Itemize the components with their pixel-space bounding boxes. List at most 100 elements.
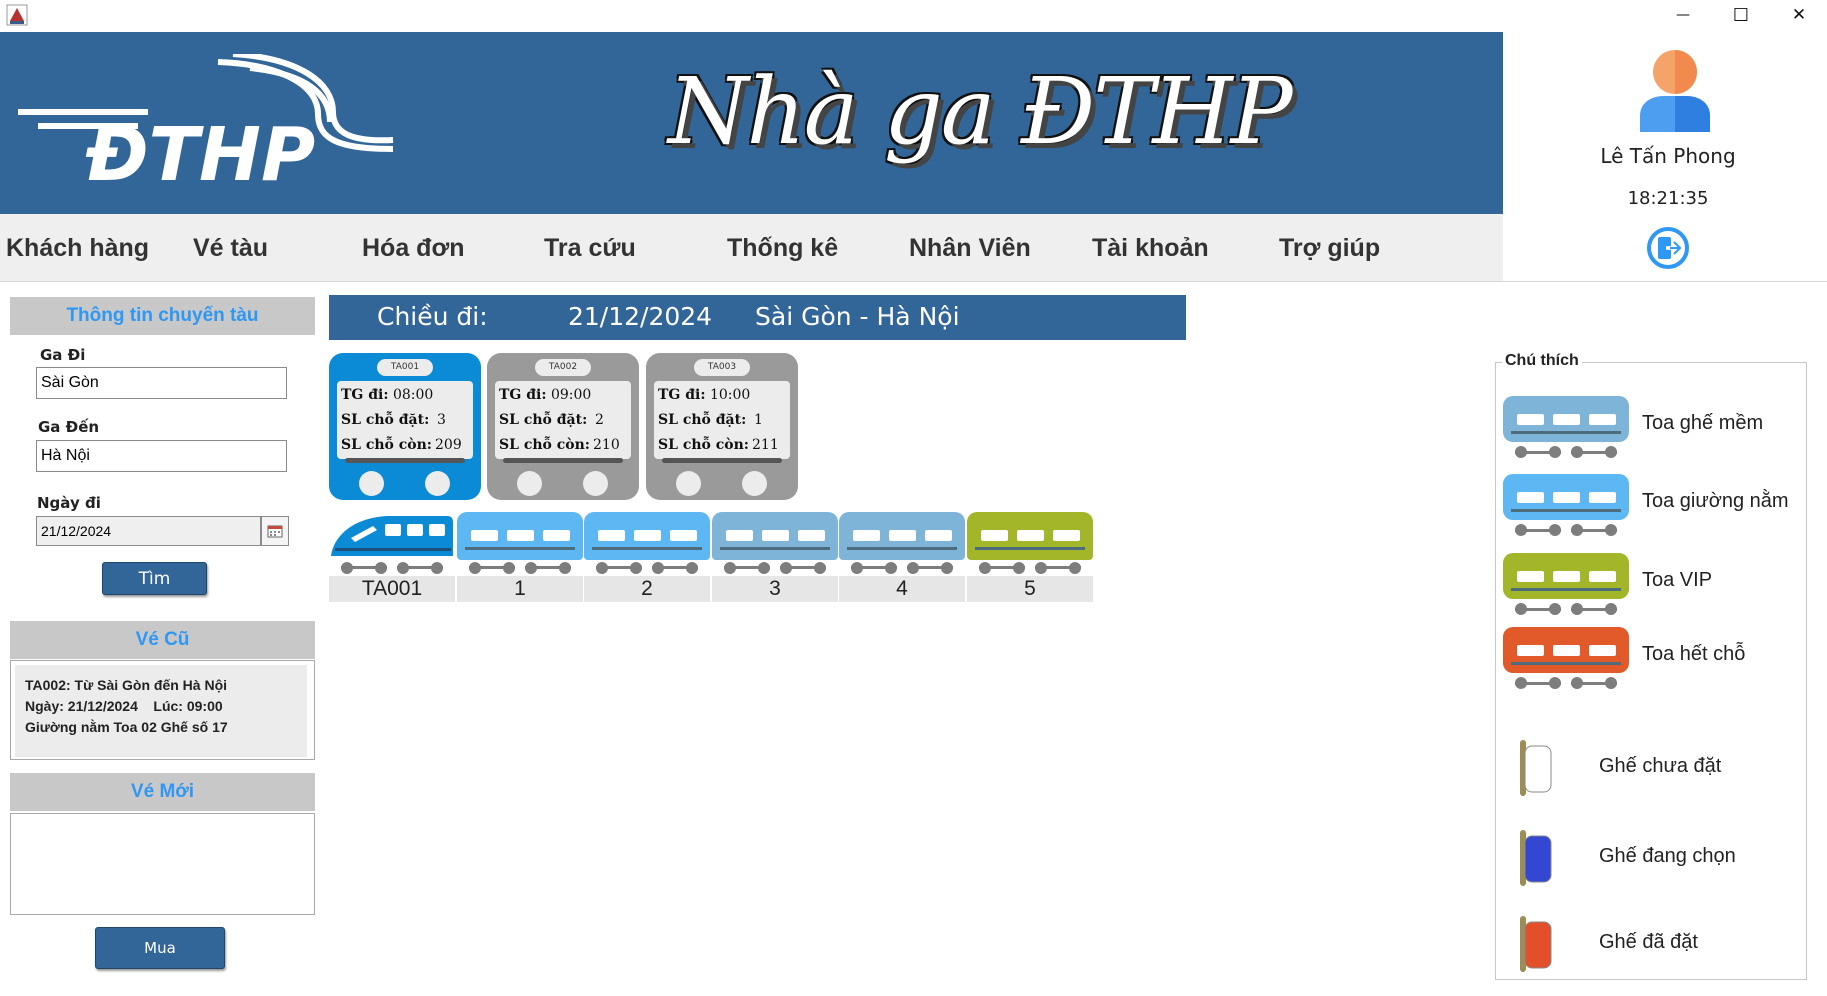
direction-label: Chiều đi: [377, 302, 488, 331]
date-input[interactable]: 21/12/2024 [36, 516, 261, 546]
dthp-logo: ĐTHP [18, 51, 398, 198]
coach-window [762, 530, 789, 541]
coach-wheels [712, 560, 838, 574]
train-card[interactable]: TA002 TG đi: 09:00 SL chỗ đặt: 2 SL chỗ còn:… [487, 353, 639, 500]
booked-count: 3 [437, 412, 446, 428]
coach-window [507, 530, 534, 541]
card-wheel [359, 471, 384, 496]
coach-3[interactable] [712, 512, 838, 560]
coach-window [598, 530, 625, 541]
new-ticket-panel [10, 813, 315, 915]
menu-hoa-don[interactable]: Hóa đơn [362, 234, 465, 263]
booked-count: 2 [595, 412, 604, 428]
booked-row: SL chỗ đặt: [499, 412, 587, 428]
to-station-input[interactable]: Hà Nội [36, 440, 287, 472]
from-station-input[interactable]: Sài Gòn [36, 367, 287, 399]
menu-thong-ke[interactable]: Thống kê [727, 234, 838, 263]
legend-seat-icon [1518, 916, 1554, 972]
logout-button[interactable] [1646, 226, 1690, 270]
legend-seat-icon [1518, 830, 1554, 886]
trip-date: 21/12/2024 [568, 302, 713, 331]
legend-coach-icon [1503, 553, 1629, 617]
menu-nhan-vien[interactable]: Nhân Viên [909, 234, 1031, 263]
remaining-label: SL chỗ còn: [499, 437, 590, 453]
departure-label: TG đi: [499, 387, 547, 403]
coach-window [981, 530, 1008, 541]
old-ticket-panel: TA002: Từ Sài Gòn đến Hà Nội Ngày: 21/12… [10, 660, 315, 760]
locomotive[interactable] [329, 512, 455, 560]
menu-tro-giup[interactable]: Trợ giúp [1279, 234, 1380, 263]
departure-row: TG đi: 10:00 [658, 387, 750, 403]
coach-wheels [839, 560, 965, 574]
menubar-divider [0, 281, 1827, 282]
close-button[interactable]: ✕ [1770, 0, 1827, 30]
java-app-icon [6, 4, 28, 26]
old-ticket-line-1: TA002: Từ Sài Gòn đến Hà Nội [25, 677, 228, 693]
search-button[interactable]: Tìm [102, 562, 207, 595]
legend-title: Chú thích [1502, 352, 1582, 370]
card-base-bar [503, 458, 623, 463]
coach-2[interactable] [584, 512, 710, 560]
legend-coach-icon [1503, 627, 1629, 691]
legend-seat-label: Ghế đã đặt [1599, 931, 1698, 953]
card-wheel [517, 471, 542, 496]
legend-seat-label: Ghế chưa đặt [1599, 755, 1722, 777]
header-banner: ĐTHP Nhà ga ĐTHP [0, 32, 1503, 214]
minimize-button[interactable]: — [1654, 0, 1712, 30]
coach-stripe [847, 547, 957, 550]
menu-khach-hang[interactable]: Khách hàng [6, 234, 149, 263]
buy-button[interactable]: Mua [95, 927, 225, 969]
train-info: TG đi: 10:00 SL chỗ đặt: 1 SL chỗ còn: 211 [654, 381, 790, 459]
booked-count: 1 [754, 412, 763, 428]
menu-tra-cuu[interactable]: Tra cứu [544, 234, 636, 263]
user-name: Lê Tấn Phong [1600, 144, 1736, 168]
train-card[interactable]: TA001 TG đi: 08:00 SL chỗ đặt: 3 SL chỗ còn:… [329, 353, 481, 500]
remaining-row: SL chỗ còn: [499, 437, 590, 453]
coach-label: 4 [839, 576, 965, 602]
window-titlebar: — ☐ ✕ [0, 0, 1827, 32]
remaining-row: SL chỗ còn: [341, 437, 432, 453]
departure-label: TG đi: [341, 387, 389, 403]
old-ticket-details: TA002: Từ Sài Gòn đến Hà Nội Ngày: 21/12… [15, 665, 307, 757]
logout-icon [1647, 227, 1689, 269]
date-label: Ngày đi [37, 494, 101, 512]
coach-1[interactable] [457, 512, 583, 560]
coach-wheels [967, 560, 1093, 574]
coach-window [798, 530, 825, 541]
legend-coach-label: Toa hết chỗ [1642, 643, 1746, 665]
train-code-tag: TA003 [694, 359, 750, 376]
to-station-label: Ga Đến [38, 418, 100, 436]
trip-route: Sài Gòn - Hà Nội [755, 302, 960, 331]
coach-window [634, 530, 661, 541]
menu-ve-tau[interactable]: Vé tàu [193, 234, 268, 263]
coach-window [853, 530, 880, 541]
calendar-icon [267, 525, 283, 538]
card-wheel [676, 471, 701, 496]
train-code-tag: TA002 [535, 359, 591, 376]
departure-time: 08:00 [392, 387, 434, 403]
clock-time: 18:21:35 [1627, 188, 1709, 209]
legend-coach-icon [1503, 396, 1629, 460]
legend-coach-label: Toa VIP [1642, 569, 1713, 591]
train-info: TG đi: 08:00 SL chỗ đặt: 3 SL chỗ còn: 209 [337, 381, 473, 459]
train-card[interactable]: TA003 TG đi: 10:00 SL chỗ đặt: 1 SL chỗ còn:… [646, 353, 798, 500]
booked-label: SL chỗ đặt: [499, 412, 588, 428]
maximize-button[interactable]: ☐ [1712, 0, 1770, 30]
date-picker-button[interactable] [261, 516, 289, 546]
card-wheel [583, 471, 608, 496]
remaining-label: SL chỗ còn: [341, 437, 432, 453]
coach-5[interactable] [967, 512, 1093, 560]
legend-seat-icon [1518, 740, 1554, 796]
coach-label: 3 [712, 576, 838, 602]
coach-4[interactable] [839, 512, 965, 560]
coach-label: 1 [457, 576, 583, 602]
legend-coach-label: Toa giường nằm [1642, 490, 1789, 512]
card-wheel [742, 471, 767, 496]
user-panel: Lê Tấn Phong 18:21:35 [1503, 32, 1827, 282]
menu-tai-khoan[interactable]: Tài khoản [1092, 234, 1209, 263]
remaining-count: 209 [435, 437, 462, 453]
booked-row: SL chỗ đặt: [658, 412, 746, 428]
coach-window [925, 530, 952, 541]
train-info: TG đi: 09:00 SL chỗ đặt: 2 SL chỗ còn: 210 [495, 381, 631, 459]
card-wheel [425, 471, 450, 496]
